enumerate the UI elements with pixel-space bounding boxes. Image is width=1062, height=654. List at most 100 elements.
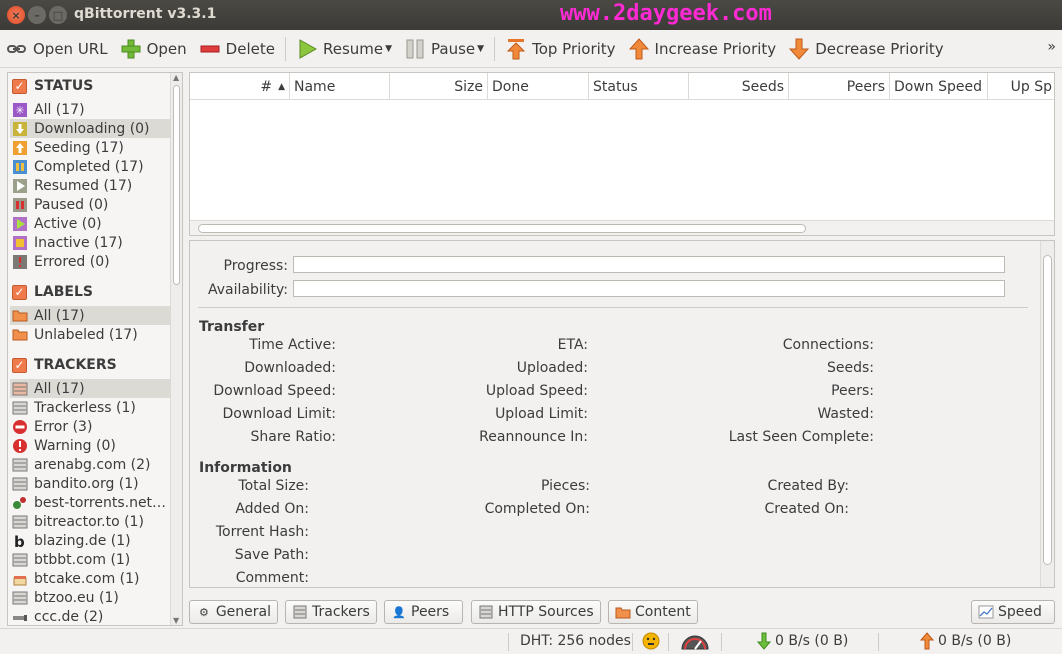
col-name[interactable]: Name <box>290 73 390 100</box>
sidebar-item-label: Seeding (17) <box>34 139 124 156</box>
col-status[interactable]: Status <box>589 73 689 100</box>
server-icon <box>12 590 28 606</box>
sidebar-item[interactable]: b blazing.de (1) <box>10 531 170 550</box>
decrease-priority-button[interactable]: Decrease Priority <box>782 34 949 64</box>
scrollbar-thumb[interactable] <box>198 224 806 233</box>
sidebar-item[interactable]: ✳ All (17) <box>10 100 170 119</box>
toolbar-overflow-button[interactable]: » <box>1047 39 1056 55</box>
favicon-b-icon: b <box>12 533 28 549</box>
pause-button[interactable]: Pause ▼ <box>398 34 490 64</box>
sidebar-item[interactable]: All (17) <box>10 306 170 325</box>
resume-button[interactable]: Resume ▼ <box>290 34 398 64</box>
all-icon: ✳ <box>12 102 28 118</box>
user-icon: 👤 <box>392 605 406 619</box>
scrollbar-thumb[interactable] <box>173 85 180 285</box>
col-size[interactable]: Size <box>390 73 488 100</box>
scroll-down-icon[interactable]: ▼ <box>173 616 179 625</box>
increase-priority-button[interactable]: Increase Priority <box>622 34 783 64</box>
sidebar-item[interactable]: Warning (0) <box>10 436 170 455</box>
property-label: Total Size: <box>238 478 309 494</box>
sidebar-item[interactable]: Inactive (17) <box>10 233 170 252</box>
sidebar-item[interactable]: Resumed (17) <box>10 176 170 195</box>
sidebar-item[interactable]: Active (0) <box>10 214 170 233</box>
sidebar-item[interactable]: bitreactor.to (1) <box>10 512 170 531</box>
top-priority-icon <box>505 38 527 60</box>
pause-label: Pause <box>431 39 476 58</box>
delete-button[interactable]: Delete <box>193 34 281 64</box>
sidebar-item[interactable]: All (17) <box>10 379 170 398</box>
checkbox-icon[interactable]: ✓ <box>12 357 27 373</box>
sidebar-scrollbar[interactable]: ▲ ▼ <box>170 73 182 625</box>
play-icon <box>296 38 318 60</box>
sidebar-item[interactable]: Completed (17) <box>10 157 170 176</box>
property-label: Download Limit: <box>222 406 336 422</box>
active-icon <box>12 216 28 232</box>
scroll-up-icon[interactable]: ▲ <box>173 73 179 82</box>
sidebar-item-label: Active (0) <box>34 215 102 232</box>
open-url-button[interactable]: Open URL <box>0 34 114 64</box>
property-label: Peers: <box>831 383 874 399</box>
tab-http-sources[interactable]: HTTP Sources <box>471 600 601 624</box>
col-number[interactable]: # ▲ <box>190 73 290 100</box>
checkbox-icon[interactable]: ✓ <box>12 78 27 94</box>
checkbox-icon[interactable]: ✓ <box>12 284 27 300</box>
col-seeds[interactable]: Seeds <box>689 73 789 100</box>
status-section-header[interactable]: ✓ STATUS <box>12 78 93 94</box>
decrease-priority-label: Decrease Priority <box>815 39 944 58</box>
sidebar-item[interactable]: Paused (0) <box>10 195 170 214</box>
labels-section-header[interactable]: ✓ LABELS <box>12 284 93 300</box>
tab-peers[interactable]: 👤 Peers <box>384 600 463 624</box>
status-section-title: STATUS <box>34 78 94 94</box>
property-label: Seeds: <box>826 360 874 376</box>
sidebar-item-label: arenabg.com (2) <box>34 456 151 473</box>
col-up-speed[interactable]: Up Sp <box>988 73 1054 100</box>
minimize-window-button[interactable]: – <box>28 6 46 24</box>
sidebar-item[interactable]: bandito.org (1) <box>10 474 170 493</box>
col-peers[interactable]: Peers <box>789 73 890 100</box>
sidebar-item[interactable]: Errored (0) <box>10 252 170 271</box>
maximize-window-button[interactable]: □ <box>49 6 67 24</box>
sidebar-item[interactable]: btbbt.com (1) <box>10 550 170 569</box>
property-label: ETA: <box>557 337 588 353</box>
top-priority-button[interactable]: Top Priority <box>499 34 621 64</box>
favicon-icon <box>12 495 28 511</box>
tab-speed[interactable]: Speed <box>971 600 1055 624</box>
col-done[interactable]: Done <box>488 73 589 100</box>
col-down-speed[interactable]: Down Speed <box>890 73 988 100</box>
gear-icon: ⚙ <box>198 605 209 619</box>
trackers-all-icon <box>12 381 28 397</box>
sidebar-item[interactable]: Downloading (0) <box>10 119 170 138</box>
open-button[interactable]: Open <box>114 34 193 64</box>
watermark: www.2daygeek.com <box>560 1 772 26</box>
sidebar-item[interactable]: Seeding (17) <box>10 138 170 157</box>
folder-icon <box>12 327 28 343</box>
properties-scrollbar[interactable] <box>1040 241 1054 587</box>
close-window-button[interactable]: × <box>7 6 25 24</box>
sidebar-item[interactable]: Unlabeled (17) <box>10 325 170 344</box>
sidebar-item-label: ccc.de (2) <box>34 608 104 625</box>
server-icon <box>478 604 494 620</box>
sidebar-item[interactable]: btzoo.eu (1) <box>10 588 170 607</box>
connection-status-icon[interactable] <box>642 632 660 654</box>
sidebar-item[interactable]: arenabg.com (2) <box>10 455 170 474</box>
torrent-list-hscrollbar[interactable] <box>190 220 1054 235</box>
sidebar-item[interactable]: btcake.com (1) <box>10 569 170 588</box>
trackers-section-header[interactable]: ✓ TRACKERS <box>12 357 117 373</box>
sidebar-item[interactable]: best-torrents.net… <box>10 493 170 512</box>
sidebar-item-label: btzoo.eu (1) <box>34 589 119 606</box>
property-label: Completed On: <box>484 501 590 517</box>
speed-limit-icon[interactable] <box>680 634 710 654</box>
status-separator <box>508 633 509 651</box>
scrollbar-thumb[interactable] <box>1043 255 1052 565</box>
tab-content[interactable]: Content <box>608 600 698 624</box>
tab-general[interactable]: ⚙ General <box>189 600 278 624</box>
sidebar-item[interactable]: Trackerless (1) <box>10 398 170 417</box>
sidebar-item[interactable]: Error (3) <box>10 417 170 436</box>
property-label: Share Ratio: <box>250 429 336 445</box>
tab-trackers[interactable]: Trackers <box>285 600 377 624</box>
labels-section-title: LABELS <box>34 284 93 300</box>
sidebar-item[interactable]: ccc.de (2) <box>10 607 170 625</box>
property-label: Connections: <box>782 337 874 353</box>
property-label: Downloaded: <box>244 360 336 376</box>
torrent-list[interactable]: # ▲ Name Size Done Status Seeds Peers Dow… <box>189 72 1055 236</box>
